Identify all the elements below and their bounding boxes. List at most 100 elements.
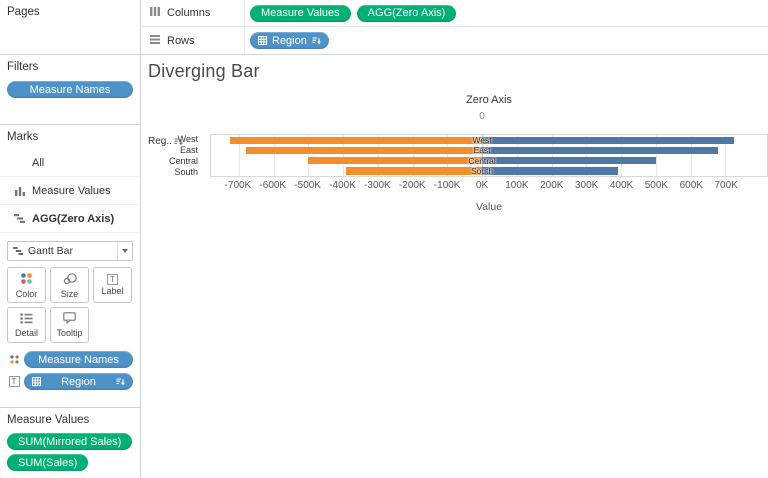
bar-central-mirrored-sales[interactable] xyxy=(308,157,482,164)
color-button-label: Color xyxy=(16,290,38,299)
marks-card-all-label: All xyxy=(32,157,44,169)
pill-sum-sales[interactable]: SUM(Sales) xyxy=(7,454,88,471)
mark-type-dropdown[interactable]: Gantt Bar xyxy=(7,241,133,261)
size-button-label: Size xyxy=(61,290,79,299)
pill-label: SUM(Mirrored Sales) xyxy=(18,436,121,448)
pill-agg-zero-axis[interactable]: AGG(Zero Axis) xyxy=(357,5,457,22)
pill-label: Region xyxy=(272,35,307,47)
pill-sum-mirrored-sales[interactable]: SUM(Mirrored Sales) xyxy=(7,433,132,450)
pill-measure-names-color[interactable]: Measure Names xyxy=(24,351,133,368)
rows-shelf-drop[interactable]: Region xyxy=(244,27,768,54)
row-header-south[interactable]: South xyxy=(141,166,203,177)
bar-mark-label: South xyxy=(471,166,493,176)
color-dots-icon xyxy=(7,354,21,365)
bar-row-central: Central xyxy=(211,156,767,166)
gantt-icon xyxy=(13,214,26,223)
sidebar: Pages Filters Measure Names Marks All Me… xyxy=(0,0,141,478)
x-tick-label: 400K xyxy=(610,180,633,191)
sheet-title: Diverging Bar xyxy=(148,61,260,82)
row-labels: WestEastCentralSouth xyxy=(141,134,203,177)
x-tick-label: -700K xyxy=(225,180,252,191)
bar-west-mirrored-sales[interactable] xyxy=(230,137,482,144)
x-tick-label: -100K xyxy=(434,180,461,191)
rows-icon xyxy=(150,35,160,47)
bar-south-sales[interactable] xyxy=(482,167,618,174)
x-tick-label: -300K xyxy=(364,180,391,191)
x-tick-label: -200K xyxy=(399,180,426,191)
pill-label: Measure Values xyxy=(261,7,340,19)
label-icon: T xyxy=(107,274,118,285)
label-button[interactable]: T Label xyxy=(93,267,132,303)
mark-type-label: Gantt Bar xyxy=(28,245,117,257)
pill-region[interactable]: Region xyxy=(250,32,329,49)
sort-icon xyxy=(116,378,125,386)
pill-label: AGG(Zero Axis) xyxy=(368,7,446,19)
columns-shelf-label: Columns xyxy=(141,0,244,26)
x-tick-label: 600K xyxy=(680,180,703,191)
filter-pill-measure-names[interactable]: Measure Names xyxy=(7,81,133,98)
marks-title: Marks xyxy=(0,131,140,143)
grid-icon xyxy=(32,377,41,386)
color-button[interactable]: Color xyxy=(7,267,46,303)
bar-east-mirrored-sales[interactable] xyxy=(246,147,482,154)
marks-card-measure-values[interactable]: Measure Values xyxy=(0,177,140,205)
row-header-west[interactable]: West xyxy=(141,134,203,145)
rows-shelf: Rows Region xyxy=(141,27,768,54)
columns-icon xyxy=(150,7,160,19)
x-tick-label: 700K xyxy=(714,180,737,191)
marks-card-agg-zero-axis[interactable]: AGG(Zero Axis) xyxy=(0,205,140,233)
detail-button[interactable]: Detail xyxy=(7,307,46,343)
filters-title: Filters xyxy=(7,61,133,73)
tableau-window: Pages Filters Measure Names Marks All Me… xyxy=(0,0,768,478)
marks-panel: Marks All Measure Values AGG(Zero Axis) xyxy=(0,125,140,408)
x-tick-label: 100K xyxy=(505,180,528,191)
pill-region-label[interactable]: Region xyxy=(24,373,133,390)
rows-shelf-label: Rows xyxy=(141,27,244,54)
grid-icon xyxy=(258,36,267,45)
color-shelf-row: Measure Names xyxy=(7,351,133,368)
row-header-east[interactable]: East xyxy=(141,145,203,156)
pages-shelf[interactable]: Pages xyxy=(0,0,140,55)
pill-measure-values[interactable]: Measure Values xyxy=(250,5,351,22)
marks-card-agg-zero-axis-label: AGG(Zero Axis) xyxy=(32,213,114,225)
measure-values-shelf: Measure Values SUM(Mirrored Sales) SUM(S… xyxy=(0,408,140,478)
x-tick-label: -400K xyxy=(329,180,356,191)
x-axis-title: Value xyxy=(210,201,768,213)
tooltip-button[interactable]: Tooltip xyxy=(50,307,89,343)
tooltip-icon xyxy=(63,312,76,327)
top-axis-tick: 0 xyxy=(479,111,485,122)
bar-west-sales[interactable] xyxy=(482,137,734,144)
top-tick-strip: 0 xyxy=(210,111,768,123)
pill-label: SUM(Sales) xyxy=(18,457,77,469)
marks-card-all[interactable]: All xyxy=(0,149,140,177)
bar-east-sales[interactable] xyxy=(482,147,718,154)
pages-title: Pages xyxy=(7,6,133,18)
measure-values-title: Measure Values xyxy=(7,414,89,426)
x-tick-label: 200K xyxy=(540,180,563,191)
rows-label: Rows xyxy=(167,35,195,47)
sheet: Diverging Bar Zero Axis 0 Reg.. WestEast… xyxy=(141,55,768,478)
shelves: Columns Measure Values AGG(Zero Axis) xyxy=(141,0,768,55)
bar-central-sales[interactable] xyxy=(482,157,656,164)
columns-label: Columns xyxy=(167,7,210,19)
pill-label: Region xyxy=(61,376,96,388)
bar-mark-label: West xyxy=(472,135,491,145)
plot-area: WestEastCentralSouth xyxy=(210,134,768,177)
gantt-icon xyxy=(8,247,28,255)
x-tick-label: -600K xyxy=(259,180,286,191)
marks-card-measure-values-label: Measure Values xyxy=(32,185,111,197)
size-button[interactable]: Size xyxy=(50,267,89,303)
tooltip-button-label: Tooltip xyxy=(56,329,82,338)
color-icon xyxy=(20,272,33,288)
row-header-central[interactable]: Central xyxy=(141,156,203,167)
x-tick-label: 300K xyxy=(575,180,598,191)
bar-row-west: West xyxy=(211,135,767,145)
filter-pill-label: Measure Names xyxy=(30,84,111,96)
x-tick-strip: -700K-600K-500K-400K-300K-200K-100K0K100… xyxy=(210,180,768,192)
bar-row-east: East xyxy=(211,145,767,155)
x-tick-label: 0K xyxy=(476,180,488,191)
bar-south-mirrored-sales[interactable] xyxy=(346,167,482,174)
detail-icon xyxy=(20,313,33,327)
columns-shelf-drop[interactable]: Measure Values AGG(Zero Axis) xyxy=(244,0,768,26)
main-area: Columns Measure Values AGG(Zero Axis) xyxy=(141,0,768,478)
